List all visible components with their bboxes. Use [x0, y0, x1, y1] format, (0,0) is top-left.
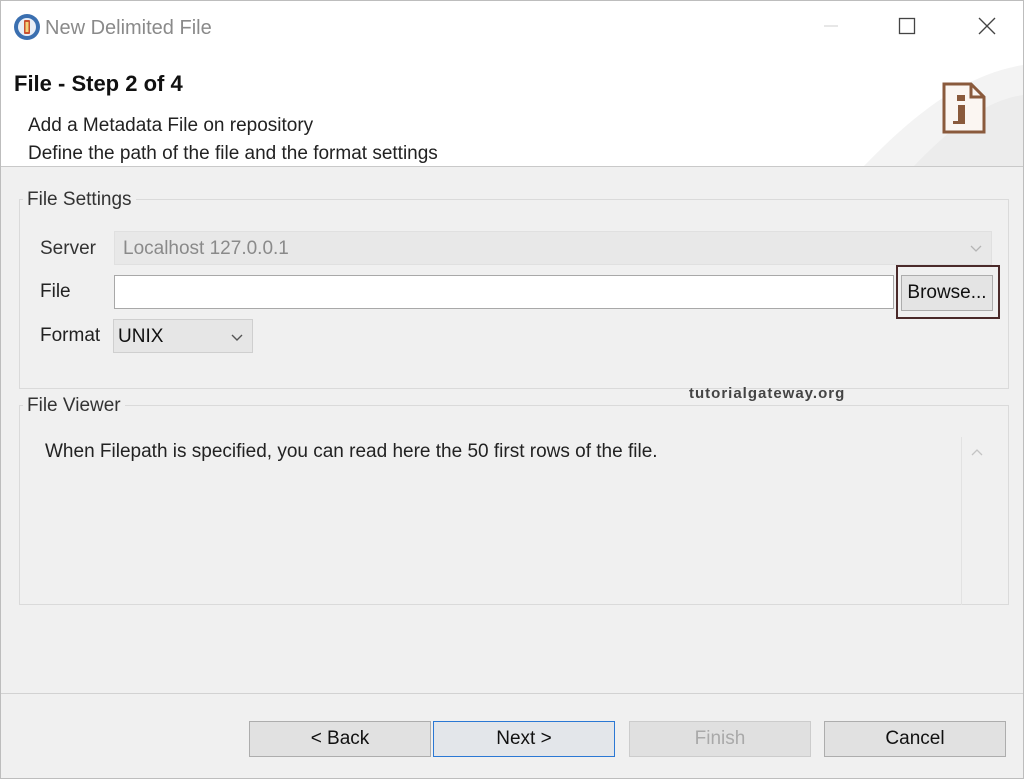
window-title: New Delimited File — [45, 17, 212, 39]
banner-description-line1: Add a Metadata File on repository — [28, 115, 314, 136]
server-value: Localhost 127.0.0.1 — [123, 238, 289, 259]
banner-decoration — [863, 65, 1023, 166]
chevron-down-icon — [230, 330, 244, 344]
footer-divider — [1, 693, 1023, 694]
browse-button[interactable]: Browse... — [901, 275, 993, 311]
minimize-icon — [823, 18, 839, 39]
file-viewer-message: When Filepath is specified, you can read… — [45, 441, 658, 462]
minimize-button[interactable] — [807, 9, 855, 47]
back-button[interactable]: < Back — [249, 721, 431, 757]
banner-description-line2: Define the path of the file and the form… — [28, 143, 438, 164]
format-select[interactable]: UNIX — [113, 319, 253, 353]
chevron-up-icon[interactable] — [970, 445, 984, 457]
finish-button: Finish — [629, 721, 811, 757]
server-combo[interactable]: Localhost 127.0.0.1 — [114, 231, 992, 265]
dialog-window: New Delimited File File - Step 2 of 4 Ad… — [0, 0, 1024, 779]
talend-app-icon — [13, 13, 41, 41]
close-icon — [978, 17, 996, 40]
maximize-icon — [898, 17, 916, 40]
server-label: Server — [40, 238, 96, 259]
watermark-text: tutorialgateway.org — [689, 385, 846, 402]
file-viewer-label: File Viewer — [23, 395, 125, 417]
wizard-banner: File - Step 2 of 4 Add a Metadata File o… — [1, 55, 1023, 167]
title-bar: New Delimited File — [1, 1, 1023, 55]
file-path-input[interactable] — [114, 275, 894, 309]
file-settings-label: File Settings — [23, 189, 136, 211]
close-button[interactable] — [963, 9, 1011, 47]
step-title: File - Step 2 of 4 — [14, 71, 183, 96]
file-viewer-scrollbar[interactable] — [961, 437, 991, 605]
format-value: UNIX — [118, 326, 164, 347]
file-label: File — [40, 281, 71, 302]
chevron-down-icon — [969, 241, 983, 255]
file-document-icon — [941, 81, 987, 135]
format-label: Format — [40, 325, 101, 346]
cancel-button[interactable]: Cancel — [824, 721, 1006, 757]
file-viewer-group — [19, 405, 1009, 605]
next-button[interactable]: Next > — [433, 721, 615, 757]
maximize-button[interactable] — [883, 9, 931, 47]
